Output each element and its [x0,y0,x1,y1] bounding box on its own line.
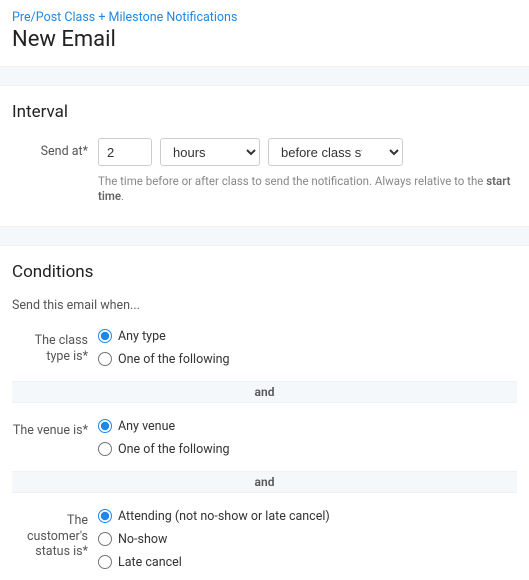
status-option-label[interactable]: Attending (not no-show or late cancel) [118,509,330,524]
conditions-section: Conditions Send this email when... The c… [0,246,529,580]
section-divider [0,66,529,86]
interval-value-input[interactable] [98,138,152,166]
page-title: New Email [12,27,517,52]
status-radio-no-show[interactable] [98,532,112,546]
venue-option-label[interactable]: One of the following [118,442,230,457]
venue-radio-any[interactable] [98,419,112,433]
class-type-row: The class type is* Any type One of the f… [12,327,517,367]
breadcrumb[interactable]: Pre/Post Class + Milestone Notifications [12,10,237,25]
venue-row: The venue is* Any venue One of the follo… [12,417,517,457]
status-option-label[interactable]: Late cancel [118,555,182,570]
status-radio-attending[interactable] [98,509,112,523]
class-type-label: The class type is* [12,327,98,364]
section-divider [0,226,529,246]
status-row: The customer's status is* Attending (not… [12,507,517,570]
interval-heading: Interval [12,102,517,122]
send-at-label: Send at* [12,138,98,160]
venue-label: The venue is* [12,417,98,439]
and-separator: and [12,471,517,493]
and-separator: and [12,381,517,403]
status-option-label[interactable]: No-show [118,532,167,547]
venue-option-label[interactable]: Any venue [118,419,175,434]
class-type-option-label[interactable]: One of the following [118,352,230,367]
class-type-radio-any[interactable] [98,329,112,343]
class-type-option-label[interactable]: Any type [118,329,166,344]
class-type-radio-one-of[interactable] [98,352,112,366]
status-radio-late-cancel[interactable] [98,555,112,569]
venue-radio-one-of[interactable] [98,442,112,456]
status-label: The customer's status is* [12,507,98,560]
conditions-intro: Send this email when... [12,298,517,313]
interval-section: Interval Send at* hours before class sta… [0,86,529,214]
interval-unit-select[interactable]: hours [160,138,260,166]
interval-help-text: The time before or after class to send t… [98,174,517,204]
interval-relative-select[interactable]: before class starts [268,138,403,166]
conditions-heading: Conditions [12,262,517,282]
